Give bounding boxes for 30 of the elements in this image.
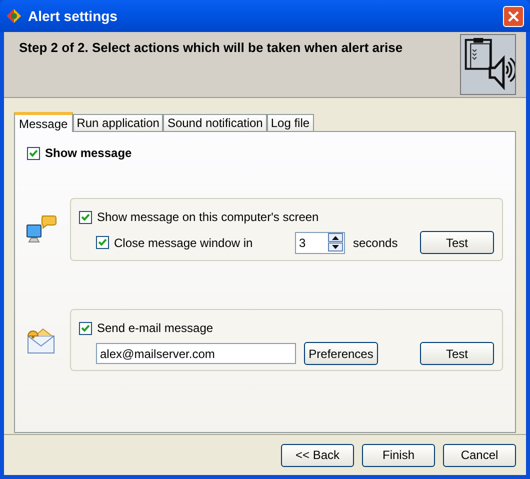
seconds-label: seconds xyxy=(353,234,398,252)
app-icon xyxy=(6,8,22,24)
tab[interactable]: Run application xyxy=(72,114,164,131)
checkbox-label: Send e-mail message xyxy=(97,320,214,337)
checkbox[interactable] xyxy=(79,210,92,224)
dialog-button[interactable]: Cancel xyxy=(443,444,516,466)
checkbox[interactable] xyxy=(96,236,109,249)
tab[interactable]: Message xyxy=(14,112,73,132)
seconds-input[interactable]: 3 xyxy=(296,234,326,252)
seconds-spinner[interactable]: 3 xyxy=(295,232,345,254)
window-title: Alert settings xyxy=(28,6,118,26)
checkbox-label: Show message on this computer's screen xyxy=(97,209,319,226)
checkbox-label: Close message window in xyxy=(114,234,253,252)
spin-arrows-icon xyxy=(328,233,343,252)
step-heading: Step 2 of 2. Select actions which will be taken when alert arise xyxy=(19,39,403,57)
checkbox[interactable] xyxy=(27,146,40,160)
clipboard-speaker-icon xyxy=(460,34,516,95)
preferences-button[interactable]: Preferences xyxy=(304,342,378,365)
dialog-button[interactable]: << Back xyxy=(281,444,354,466)
close-icon xyxy=(508,10,519,22)
close-button[interactable] xyxy=(503,6,524,26)
email-address-field[interactable]: alex@mailserver.com xyxy=(96,343,296,364)
test-button[interactable]: Test xyxy=(420,342,494,365)
tab[interactable]: Log file xyxy=(266,114,314,131)
dialog-button[interactable]: Finish xyxy=(362,444,435,466)
monitor-speech-icon xyxy=(25,214,57,246)
test-button[interactable]: Test xyxy=(420,231,494,254)
tab[interactable]: Sound notification xyxy=(163,114,267,131)
checkbox-label: Show message xyxy=(45,145,132,162)
checkbox[interactable] xyxy=(79,322,92,334)
